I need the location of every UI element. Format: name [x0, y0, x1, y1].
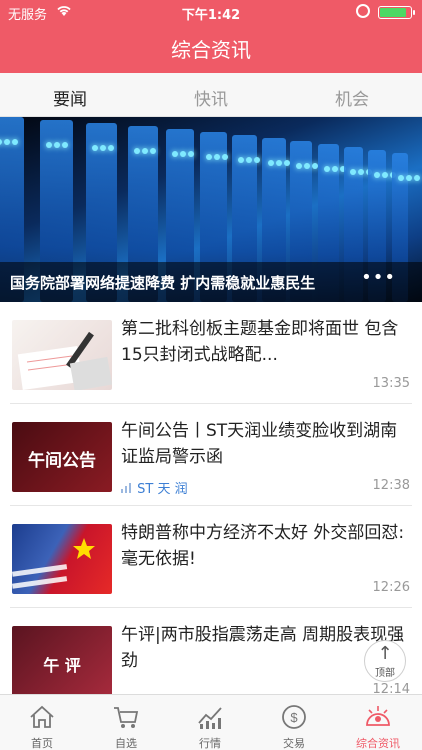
nav-watchlist-label: 自选: [115, 737, 137, 750]
nav-market-label: 行情: [199, 737, 221, 750]
nav-market[interactable]: 行情: [168, 695, 252, 750]
server-light: [398, 175, 404, 181]
server-light: [324, 166, 330, 172]
battery-icon: [378, 6, 415, 19]
server-light: [214, 154, 220, 160]
banner-caption: 国务院部署网络提速降费 扩内需稳就业惠民生: [10, 274, 316, 292]
thumbnail-text: 午间公告: [28, 451, 96, 471]
nav-home-label: 首页: [31, 737, 53, 750]
stock-tag[interactable]: ST 天 润: [121, 478, 188, 497]
status-bar: 无服务 下午1:42: [0, 0, 422, 24]
arrow-up-icon: ↑: [377, 643, 393, 664]
news-title: 午间公告丨ST天润业绩变脸收到湖南证监局警示函: [121, 421, 398, 467]
orientation-lock-icon: [356, 4, 370, 18]
bottom-nav: 首页 自选 行情 $ 交易 综合资讯: [0, 694, 422, 750]
server-light: [238, 157, 244, 163]
server-light: [150, 148, 156, 154]
home-icon: [30, 705, 54, 728]
nav-news-label: 综合资讯: [356, 737, 400, 750]
server-light: [414, 175, 420, 181]
radar-icon: [366, 706, 390, 726]
server-light: [276, 160, 282, 166]
server-light: [296, 163, 302, 169]
banner-caption-bar: 国务院部署网络提速降费 扩内需稳就业惠民生: [0, 262, 422, 302]
thumbnail-text: 午 评: [43, 656, 81, 675]
news-title: 特朗普称中方经济不太好 外交部回怼:毫无依据!: [121, 523, 405, 569]
server-light: [134, 148, 140, 154]
server-light: [358, 169, 364, 175]
server-light: [108, 145, 114, 151]
dollar-icon: $: [282, 705, 306, 729]
news-item[interactable]: 特朗普称中方经济不太好 外交部回怼:毫无依据! 12:26: [10, 506, 412, 608]
server-light: [332, 166, 338, 172]
battery-fill: [380, 8, 407, 17]
server-light: [12, 139, 18, 145]
nav-news[interactable]: 综合资讯: [336, 695, 420, 750]
nav-trade-label: 交易: [283, 737, 305, 750]
scroll-to-top-label: 顶部: [375, 668, 395, 679]
server-light: [350, 169, 356, 175]
server-light: [172, 151, 178, 157]
app-root: 无服务 下午1:42 综合资讯 要闻 快讯 机会 国务院部署网络提速降费 扩内需…: [0, 0, 422, 750]
stock-tag-label: ST 天 润: [137, 482, 188, 497]
server-light: [180, 151, 186, 157]
nav-home[interactable]: 首页: [0, 695, 84, 750]
server-light: [206, 154, 212, 160]
news-time: 12:38: [372, 478, 410, 493]
news-title: 第二批科创板主题基金即将面世 包含15只封闭式战略配...: [121, 319, 399, 365]
server-light: [246, 157, 252, 163]
server-light: [92, 145, 98, 151]
server-light: [46, 142, 52, 148]
page-title: 综合资讯: [171, 38, 251, 62]
news-item[interactable]: 第二批科创板主题基金即将面世 包含15只封闭式战略配... 13:35: [10, 302, 412, 404]
carousel-dots[interactable]: •••: [361, 267, 396, 288]
server-light: [406, 175, 412, 181]
tab-bar: 要闻 快讯 机会: [0, 73, 422, 117]
news-item[interactable]: 午间公告 午间公告丨ST天润业绩变脸收到湖南证监局警示函 ST 天 润 12:3…: [10, 404, 412, 506]
server-light: [304, 163, 310, 169]
news-thumbnail: [12, 524, 112, 594]
news-thumbnail: 午 评: [12, 626, 112, 696]
stock-chart-icon: [121, 483, 131, 493]
news-time: 13:35: [372, 376, 410, 391]
nav-watchlist[interactable]: 自选: [84, 695, 168, 750]
server-light: [142, 148, 148, 154]
news-time: 12:26: [372, 580, 410, 595]
news-thumbnail: 午间公告: [12, 422, 112, 492]
server-light: [268, 160, 274, 166]
header: 无服务 下午1:42 综合资讯: [0, 0, 422, 73]
server-light: [222, 154, 228, 160]
tab-opportunities[interactable]: 机会: [302, 85, 402, 110]
server-light: [382, 172, 388, 178]
tab-flash-news[interactable]: 快讯: [161, 85, 261, 110]
cart-icon: [114, 707, 139, 728]
server-light: [54, 142, 60, 148]
server-light: [62, 142, 68, 148]
scroll-to-top-button[interactable]: ↑ 顶部: [364, 640, 406, 682]
news-thumbnail: [12, 320, 112, 390]
tab-headlines[interactable]: 要闻: [20, 85, 120, 110]
chart-icon: [198, 707, 222, 729]
server-light: [188, 151, 194, 157]
server-light: [100, 145, 106, 151]
banner-carousel[interactable]: 国务院部署网络提速降费 扩内需稳就业惠民生 •••: [0, 117, 422, 302]
svg-text:$: $: [290, 710, 298, 725]
server-light: [254, 157, 260, 163]
server-light: [374, 172, 380, 178]
server-light: [4, 139, 10, 145]
nav-trade[interactable]: $ 交易: [252, 695, 336, 750]
